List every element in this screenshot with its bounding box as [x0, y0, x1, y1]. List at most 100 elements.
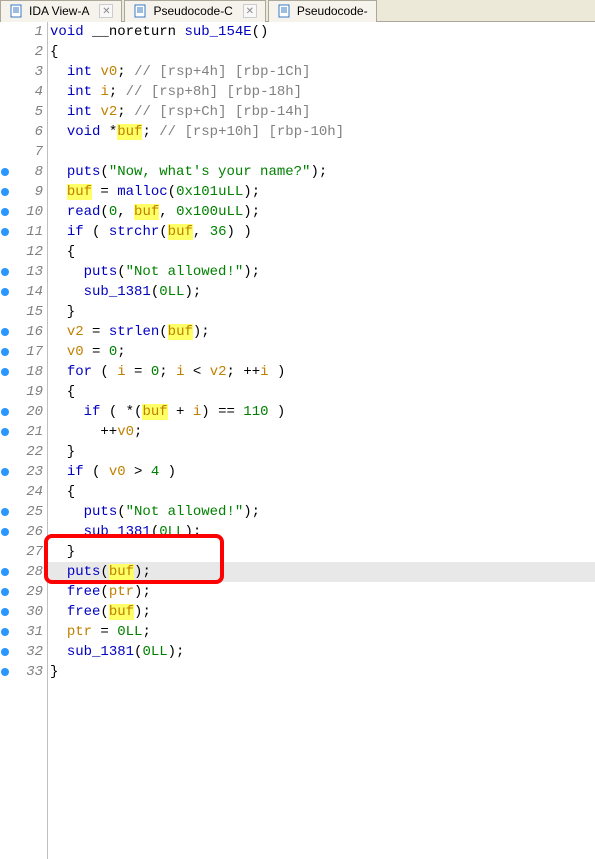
breakpoint-gutter[interactable]	[0, 22, 10, 859]
code-line[interactable]: puts("Not allowed!");	[48, 502, 595, 522]
code-area[interactable]: void __noreturn sub_154E(){ int v0; // […	[48, 22, 595, 859]
breakpoint-slot[interactable]	[0, 122, 10, 142]
code-line[interactable]: }	[48, 662, 595, 682]
tab-pseudocode[interactable]: Pseudocode-	[268, 0, 377, 22]
breakpoint-dot-icon	[1, 508, 9, 516]
line-number: 19	[10, 382, 47, 402]
breakpoint-slot[interactable]	[0, 342, 10, 362]
doc-icon	[133, 4, 147, 18]
code-line[interactable]: {	[48, 42, 595, 62]
breakpoint-dot-icon	[1, 208, 9, 216]
line-number: 4	[10, 82, 47, 102]
breakpoint-slot[interactable]	[0, 522, 10, 542]
code-line[interactable]: }	[48, 442, 595, 462]
breakpoint-slot[interactable]	[0, 22, 10, 42]
close-icon[interactable]: ✕	[243, 4, 257, 18]
code-line[interactable]: int i; // [rsp+8h] [rbp-18h]	[48, 82, 595, 102]
breakpoint-slot[interactable]	[0, 382, 10, 402]
code-line[interactable]: sub_1381(0LL);	[48, 282, 595, 302]
breakpoint-slot[interactable]	[0, 402, 10, 422]
code-line[interactable]: puts("Not allowed!");	[48, 262, 595, 282]
breakpoint-slot[interactable]	[0, 162, 10, 182]
line-number: 23	[10, 462, 47, 482]
tab-label: Pseudocode-	[297, 4, 368, 18]
code-line[interactable]: void __noreturn sub_154E()	[48, 22, 595, 42]
line-number: 10	[10, 202, 47, 222]
tab-pseudocode-c[interactable]: Pseudocode-C ✕	[124, 0, 265, 22]
code-line[interactable]: ptr = 0LL;	[48, 622, 595, 642]
breakpoint-dot-icon	[1, 328, 9, 336]
breakpoint-slot[interactable]	[0, 182, 10, 202]
code-line[interactable]: free(buf);	[48, 602, 595, 622]
doc-icon	[9, 4, 23, 18]
breakpoint-dot-icon	[1, 408, 9, 416]
breakpoint-slot[interactable]	[0, 222, 10, 242]
breakpoint-dot-icon	[1, 428, 9, 436]
code-line[interactable]: puts(buf);	[48, 562, 595, 582]
line-number: 3	[10, 62, 47, 82]
breakpoint-slot[interactable]	[0, 542, 10, 562]
code-line[interactable]: int v0; // [rsp+4h] [rbp-1Ch]	[48, 62, 595, 82]
code-line[interactable]: }	[48, 302, 595, 322]
breakpoint-slot[interactable]	[0, 242, 10, 262]
breakpoint-slot[interactable]	[0, 622, 10, 642]
code-line[interactable]: int v2; // [rsp+Ch] [rbp-14h]	[48, 102, 595, 122]
code-line[interactable]: if ( v0 > 4 )	[48, 462, 595, 482]
code-line[interactable]: sub_1381(0LL);	[48, 522, 595, 542]
breakpoint-slot[interactable]	[0, 462, 10, 482]
code-line[interactable]	[48, 142, 595, 162]
code-line[interactable]: sub_1381(0LL);	[48, 642, 595, 662]
code-line[interactable]: free(ptr);	[48, 582, 595, 602]
code-line[interactable]: void *buf; // [rsp+10h] [rbp-10h]	[48, 122, 595, 142]
breakpoint-slot[interactable]	[0, 262, 10, 282]
line-number: 32	[10, 642, 47, 662]
code-line[interactable]: v2 = strlen(buf);	[48, 322, 595, 342]
line-number: 30	[10, 602, 47, 622]
line-number: 13	[10, 262, 47, 282]
code-line[interactable]: v0 = 0;	[48, 342, 595, 362]
line-number: 26	[10, 522, 47, 542]
breakpoint-slot[interactable]	[0, 302, 10, 322]
code-line[interactable]: {	[48, 482, 595, 502]
breakpoint-slot[interactable]	[0, 362, 10, 382]
breakpoint-slot[interactable]	[0, 562, 10, 582]
line-number: 24	[10, 482, 47, 502]
breakpoint-slot[interactable]	[0, 442, 10, 462]
code-line[interactable]: buf = malloc(0x101uLL);	[48, 182, 595, 202]
breakpoint-slot[interactable]	[0, 42, 10, 62]
code-line[interactable]: puts("Now, what's your name?");	[48, 162, 595, 182]
breakpoint-slot[interactable]	[0, 282, 10, 302]
breakpoint-slot[interactable]	[0, 142, 10, 162]
line-number: 12	[10, 242, 47, 262]
breakpoint-slot[interactable]	[0, 82, 10, 102]
breakpoint-dot-icon	[1, 568, 9, 576]
breakpoint-dot-icon	[1, 188, 9, 196]
code-line[interactable]: {	[48, 382, 595, 402]
tab-label: Pseudocode-C	[153, 4, 232, 18]
breakpoint-slot[interactable]	[0, 662, 10, 682]
tab-ida-view-a[interactable]: IDA View-A ✕	[0, 0, 122, 22]
breakpoint-slot[interactable]	[0, 642, 10, 662]
code-line[interactable]: for ( i = 0; i < v2; ++i )	[48, 362, 595, 382]
breakpoint-slot[interactable]	[0, 202, 10, 222]
tab-bar: IDA View-A ✕ Pseudocode-C ✕ Pseudocode-	[0, 0, 595, 22]
line-number: 8	[10, 162, 47, 182]
breakpoint-dot-icon	[1, 528, 9, 536]
breakpoint-slot[interactable]	[0, 62, 10, 82]
close-icon[interactable]: ✕	[99, 4, 113, 18]
code-line[interactable]: }	[48, 542, 595, 562]
breakpoint-slot[interactable]	[0, 602, 10, 622]
breakpoint-dot-icon	[1, 228, 9, 236]
breakpoint-slot[interactable]	[0, 582, 10, 602]
code-line[interactable]: read(0, buf, 0x100uLL);	[48, 202, 595, 222]
code-line[interactable]: {	[48, 242, 595, 262]
breakpoint-dot-icon	[1, 628, 9, 636]
breakpoint-slot[interactable]	[0, 102, 10, 122]
breakpoint-slot[interactable]	[0, 482, 10, 502]
breakpoint-slot[interactable]	[0, 502, 10, 522]
code-line[interactable]: if ( *(buf + i) == 110 )	[48, 402, 595, 422]
breakpoint-slot[interactable]	[0, 322, 10, 342]
code-line[interactable]: ++v0;	[48, 422, 595, 442]
code-line[interactable]: if ( strchr(buf, 36) )	[48, 222, 595, 242]
breakpoint-slot[interactable]	[0, 422, 10, 442]
